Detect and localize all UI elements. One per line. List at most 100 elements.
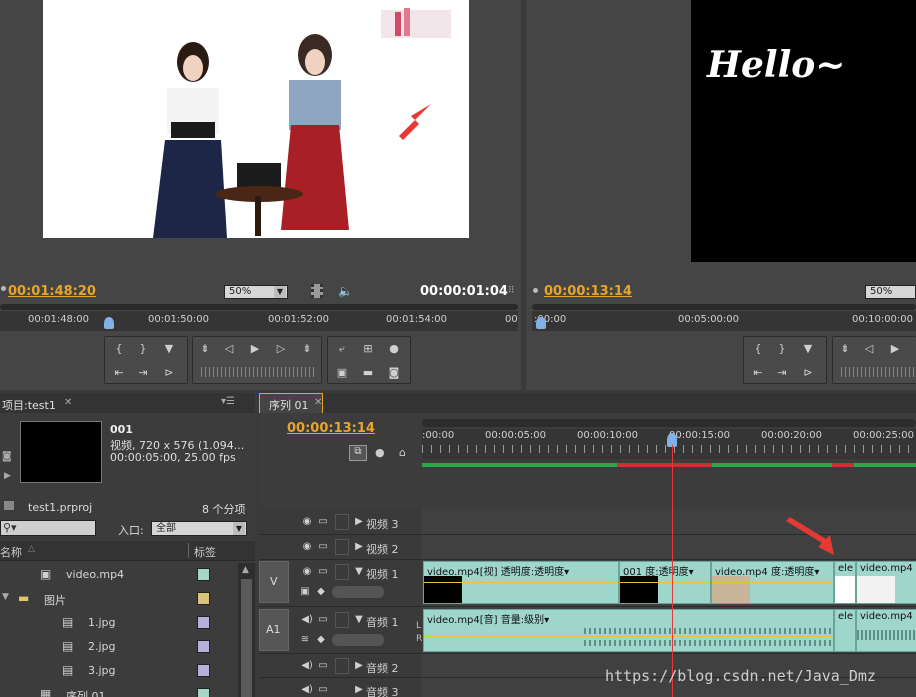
track-target-a1[interactable]: A1 [259, 609, 289, 651]
overlay-icon[interactable]: ⊞ [360, 342, 376, 356]
list-item[interactable]: ▤ 1.jpg [0, 611, 255, 635]
play-icon[interactable]: ▶ [247, 342, 263, 356]
track-toggle-icon[interactable] [335, 612, 349, 628]
film-strip-icon[interactable] [311, 284, 323, 298]
speaker-icon[interactable]: ◀) [300, 659, 314, 673]
speaker-icon[interactable]: 🔈 [338, 284, 353, 298]
playhead-icon[interactable] [536, 317, 546, 329]
play-in-to-out-icon[interactable]: ⊳ [800, 366, 816, 380]
clip-thumbnail[interactable] [20, 421, 102, 483]
expand-triangle-icon[interactable]: ▶ [352, 540, 366, 554]
column-header-label[interactable]: 标签 [194, 544, 216, 560]
audio-clip[interactable]: ele [834, 609, 856, 652]
collapse-triangle-icon[interactable]: ▼ [352, 565, 366, 579]
collapse-triangle-icon[interactable]: ▼ [2, 592, 9, 602]
eye-icon[interactable]: ◉ [300, 515, 314, 529]
camera-icon[interactable]: ◙ [386, 366, 402, 380]
project-scrollbar[interactable]: ▲ [238, 563, 255, 697]
track-target-v[interactable]: V [259, 561, 289, 603]
lock-icon[interactable]: ▭ [316, 565, 330, 579]
step-back-marker-icon[interactable]: ⇟ [837, 342, 853, 356]
lock-icon[interactable]: ▭ [316, 659, 330, 673]
collapse-triangle-icon[interactable]: ▼ [352, 613, 366, 627]
source-zoom-select[interactable]: 50% ▼ [224, 285, 288, 299]
play-in-to-out-icon[interactable]: ⊳ [161, 366, 177, 380]
video-clip[interactable]: video.mp4 度:透明度▾ [711, 561, 834, 604]
playhead-icon[interactable] [104, 317, 114, 329]
step-back-icon[interactable]: ◁ [221, 342, 237, 356]
list-item[interactable]: ▦ 序列 01 [0, 683, 255, 697]
search-input[interactable]: ⚲▾ [0, 520, 96, 536]
keyframe-icon[interactable]: ◆ [314, 633, 328, 647]
timeline-zoom-bar[interactable] [422, 419, 916, 427]
step-forward-marker-icon[interactable]: ⇟ [299, 342, 315, 356]
speaker-icon[interactable]: ◀) [300, 613, 314, 627]
snap-icon[interactable]: ⧉ [349, 445, 367, 461]
label-color-swatch[interactable] [197, 568, 210, 581]
waveform-display-icon[interactable]: ≋ [298, 633, 312, 647]
close-icon[interactable]: ✕ [314, 397, 322, 408]
safe-margins-icon[interactable]: ● [386, 342, 402, 356]
jog-slider[interactable] [201, 367, 315, 377]
source-scroll-bar[interactable] [0, 304, 518, 310]
audio-clip[interactable]: video.mp4 [856, 609, 916, 652]
export-frame-icon[interactable]: ▣ [334, 366, 350, 380]
audio-clip[interactable]: video.mp4[音] 音量:级别▾ [423, 609, 834, 652]
label-color-swatch[interactable] [197, 592, 210, 605]
mark-out-icon[interactable]: } [774, 342, 790, 356]
close-icon[interactable]: ✕ [64, 397, 72, 408]
timeline-timecode[interactable]: 00:00:13:14 [287, 421, 375, 436]
display-style-icon[interactable]: ▣ [298, 585, 312, 599]
label-color-swatch[interactable] [197, 664, 210, 677]
list-item[interactable]: ▣ video.mp4 [0, 563, 255, 587]
panel-menu-icon[interactable]: ▾☰ [221, 396, 235, 407]
source-timecode[interactable]: 00:01:48:20 [8, 284, 96, 299]
expand-triangle-icon[interactable]: ▶ [352, 683, 366, 697]
label-color-swatch[interactable] [197, 640, 210, 653]
scroll-up-icon[interactable]: ▲ [242, 565, 249, 575]
track-toggle-icon[interactable] [335, 564, 349, 580]
panel-menu-icon[interactable]: ⠿ [508, 286, 515, 296]
eye-icon[interactable]: ◉ [300, 565, 314, 579]
mark-in-icon[interactable]: { [111, 342, 127, 356]
go-to-out-icon[interactable]: ⇥ [774, 366, 790, 380]
expand-triangle-icon[interactable]: ▶ [352, 515, 366, 529]
camera-icon[interactable]: ◙ [2, 451, 12, 462]
entry-select[interactable]: 全部 ▼ [151, 521, 247, 536]
step-forward-icon[interactable]: ▷ [273, 342, 289, 356]
go-to-out-icon[interactable]: ⇥ [135, 366, 151, 380]
expand-triangle-icon[interactable]: ▶ [352, 659, 366, 673]
step-back-marker-icon[interactable]: ⇟ [197, 342, 213, 356]
mark-out-icon[interactable]: } [135, 342, 151, 356]
lift-icon[interactable]: ▬ [360, 366, 376, 380]
jog-slider[interactable] [841, 367, 916, 377]
column-header-name[interactable]: 名称 [0, 544, 22, 560]
track-toggle-icon[interactable] [335, 658, 349, 674]
keyframe-nav[interactable] [332, 634, 384, 646]
tab-project[interactable]: 项目:test1 [2, 397, 56, 413]
go-to-in-icon[interactable]: ⇤ [111, 366, 127, 380]
go-to-in-icon[interactable]: ⇤ [750, 366, 766, 380]
video-clip[interactable]: 001 度:透明度▾ [619, 561, 711, 604]
program-ruler[interactable]: :00:00 00:05:00:00 00:10:00:00 [532, 311, 916, 331]
step-back-icon[interactable]: ◁ [861, 342, 877, 356]
scroll-thumb[interactable] [241, 579, 252, 697]
keyframe-icon[interactable]: ◆ [314, 585, 328, 599]
insert-icon[interactable]: ⤶ [334, 342, 350, 356]
eye-icon[interactable]: ◉ [300, 540, 314, 554]
lock-icon[interactable]: ▭ [316, 515, 330, 529]
lock-icon[interactable]: ▭ [316, 683, 330, 697]
lock-icon[interactable]: ▭ [316, 540, 330, 554]
source-ruler[interactable]: 00:01:48:00 00:01:50:00 00:01:52:00 00:0… [0, 311, 518, 331]
lock-icon[interactable]: ▭ [316, 613, 330, 627]
video-clip[interactable]: video.mp4 [856, 561, 916, 604]
list-item[interactable]: ▤ 3.jpg [0, 659, 255, 683]
mark-in-icon[interactable]: { [750, 342, 766, 356]
speaker-icon[interactable]: ◀) [300, 683, 314, 697]
video-clip[interactable]: video.mp4[视] 透明度:透明度▾ [423, 561, 619, 604]
add-marker-icon[interactable]: ⌂ [399, 446, 406, 459]
video-clip[interactable]: ele [834, 561, 856, 604]
list-item[interactable]: ▤ 2.jpg [0, 635, 255, 659]
keyframe-nav[interactable] [332, 586, 384, 598]
label-color-swatch[interactable] [197, 616, 210, 629]
